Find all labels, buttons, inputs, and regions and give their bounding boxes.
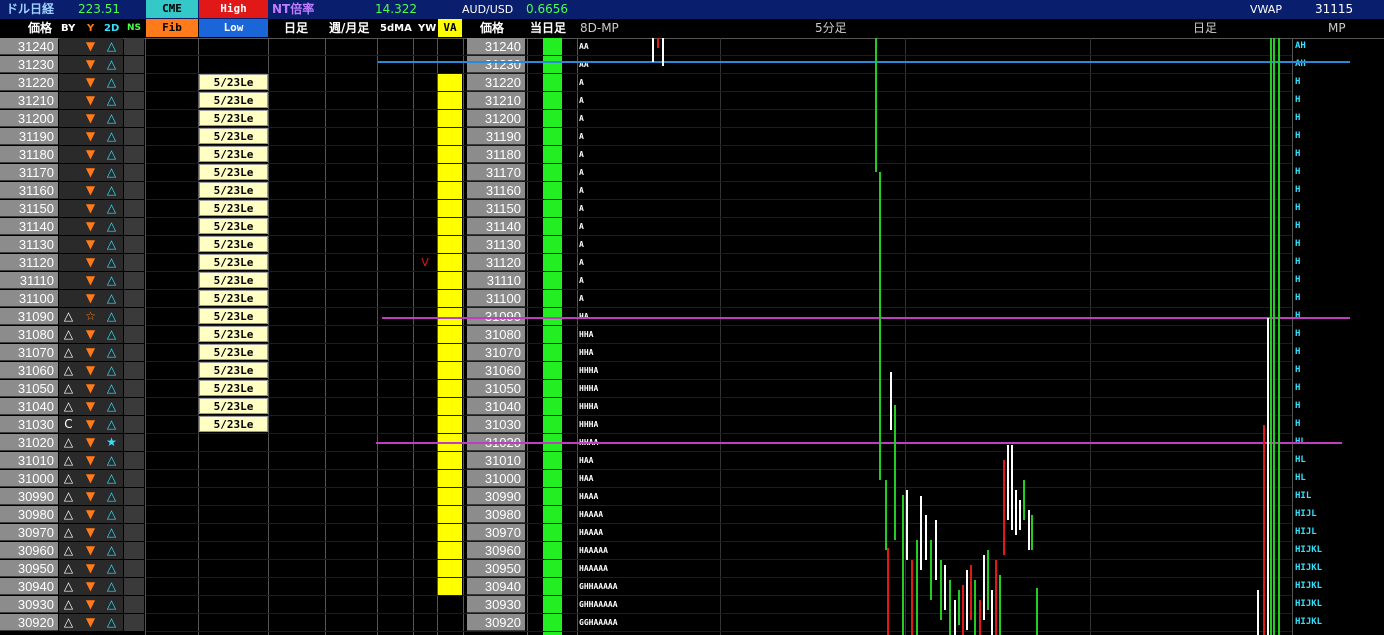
five-minute-chart <box>652 38 1280 635</box>
